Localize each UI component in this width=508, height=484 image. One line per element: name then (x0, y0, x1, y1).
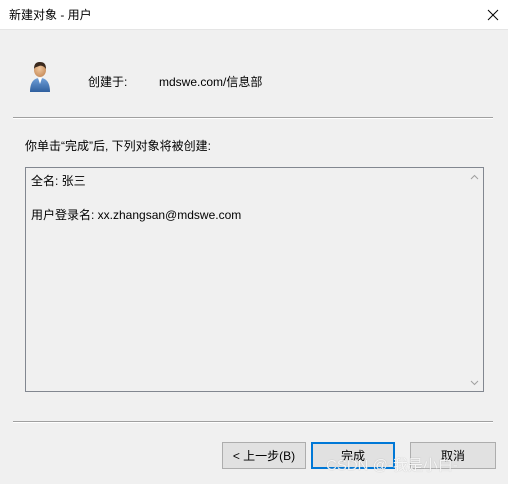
close-icon (487, 9, 499, 21)
close-button[interactable] (478, 0, 508, 30)
header-divider (13, 117, 493, 119)
title-bar: 新建对象 - 用户 (0, 0, 508, 30)
header-area: 创建于: mdswe.com/信息部 (0, 30, 508, 118)
logon-name-line: 用户登录名: xx.zhangsan@mdswe.com (31, 208, 242, 222)
chevron-up-icon (470, 174, 479, 179)
scroll-down-button[interactable] (466, 374, 483, 391)
cancel-button[interactable]: 取消 (410, 442, 496, 469)
summary-content: 全名: 张三 用户登录名: xx.zhangsan@mdswe.com (31, 173, 241, 224)
created-in-label: 创建于: (88, 75, 128, 89)
summary-spacer (31, 190, 241, 207)
created-in-value: mdswe.com/信息部 (159, 75, 263, 89)
summary-textbox[interactable]: 全名: 张三 用户登录名: xx.zhangsan@mdswe.com (25, 167, 484, 392)
footer-divider (13, 421, 493, 423)
finish-button[interactable]: 完成 (311, 442, 395, 469)
full-name-line: 全名: 张三 (31, 174, 86, 188)
chevron-down-icon (470, 380, 479, 385)
vertical-scrollbar[interactable] (466, 168, 483, 391)
instruction-text: 你单击“完成”后, 下列对象将被创建: (25, 139, 211, 153)
user-icon (30, 62, 50, 92)
window-title: 新建对象 - 用户 (9, 8, 92, 22)
scroll-up-button[interactable] (466, 168, 483, 185)
back-button[interactable]: < 上一步(B) (222, 442, 306, 469)
